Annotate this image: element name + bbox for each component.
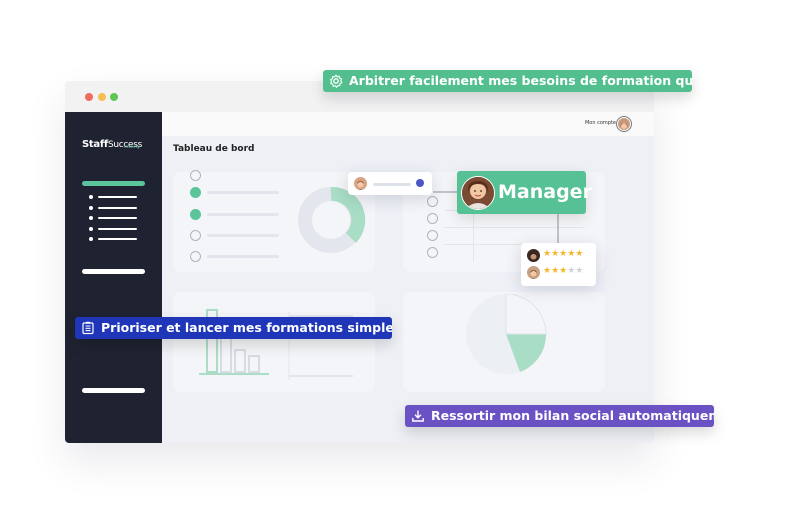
user-icon: [190, 251, 201, 262]
bar-chart: [199, 309, 353, 380]
sidebar-subitem-5[interactable]: [89, 236, 137, 242]
rating-stars-1: ★★★★★: [543, 249, 584, 259]
rating-card[interactable]: ★★★★★ ★★★★★: [521, 243, 596, 286]
employee-avatar: [354, 177, 367, 190]
logo-staff-text: Staff: [82, 139, 108, 150]
employee-name-placeholder: [373, 183, 411, 186]
list-icon: [82, 321, 94, 335]
minimize-window-button[interactable]: [98, 93, 106, 101]
check-icon: [416, 179, 424, 193]
prioriser-callout[interactable]: Prioriser et lancer mes formations simpl…: [75, 317, 392, 339]
row-placeholder: [207, 234, 279, 237]
user-icon: [190, 187, 201, 198]
prioriser-callout-text: Prioriser et lancer mes formations simpl…: [101, 320, 392, 335]
sidebar-subitem-1[interactable]: [89, 194, 137, 200]
ressortir-callout-text: Ressortir mon bilan social automatiqueme…: [431, 408, 714, 423]
ressortir-callout[interactable]: Ressortir mon bilan social automatiqueme…: [405, 405, 714, 427]
close-window-button[interactable]: [85, 93, 93, 101]
row-placeholder: [207, 255, 279, 258]
pie-chart: [466, 294, 547, 374]
logo-tagline: training: [124, 144, 140, 149]
download-icon: [412, 410, 424, 422]
gear-icon: [329, 74, 343, 88]
employee-avatar: [527, 266, 540, 279]
user-icon: [190, 230, 201, 241]
manager-label: Manager: [498, 181, 592, 203]
arbitrer-callout-text: Arbitrer facilement mes besoins de forma…: [349, 73, 692, 88]
account-link[interactable]: Mon compte: [585, 120, 616, 126]
rating-stars-2: ★★★★★: [543, 266, 584, 276]
user-icon: [190, 170, 201, 181]
account-avatar[interactable]: [617, 117, 631, 131]
arbitrer-callout[interactable]: Arbitrer facilement mes besoins de forma…: [323, 70, 692, 92]
sidebar-subitem-2[interactable]: [89, 205, 137, 211]
employee-validation-card[interactable]: [348, 172, 432, 195]
maximize-window-button[interactable]: [110, 93, 118, 101]
staffsuccess-logo[interactable]: StaffSuccess training: [82, 132, 142, 151]
sidebar-subitem-4[interactable]: [89, 226, 137, 232]
social-report-card: [403, 292, 605, 392]
user-icon: [190, 209, 201, 220]
employee-avatar: [527, 249, 540, 262]
sidebar-item-active[interactable]: [82, 181, 145, 186]
sidebar: StaffSuccess training: [65, 112, 162, 443]
sidebar-subitem-3[interactable]: [89, 215, 137, 221]
user-icon: [427, 247, 438, 258]
training-card: [173, 292, 375, 392]
page-title: Tableau de bord: [173, 144, 255, 154]
manager-avatar: [461, 176, 495, 210]
team-card: [173, 170, 375, 272]
sidebar-item-3[interactable]: [82, 388, 145, 393]
row-placeholder: [207, 191, 279, 194]
row-placeholder: [207, 213, 279, 216]
top-bar: Mon compte: [162, 112, 654, 136]
sidebar-item-2[interactable]: [82, 269, 145, 274]
manager-badge[interactable]: Manager: [457, 171, 592, 214]
